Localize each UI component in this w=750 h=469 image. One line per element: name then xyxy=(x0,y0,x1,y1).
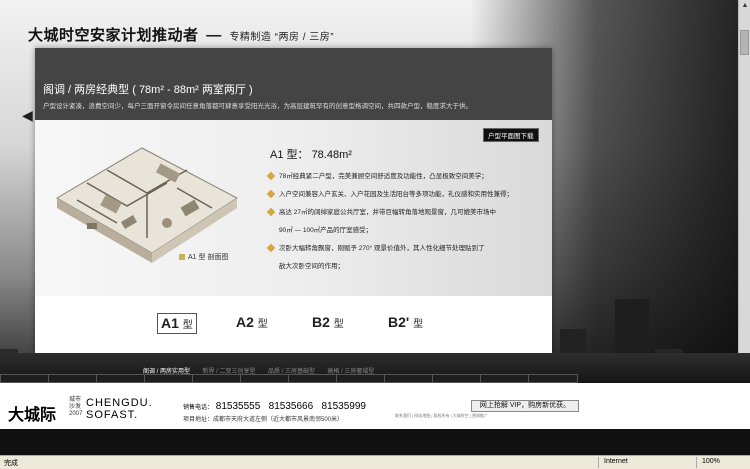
feature-text: 78㎡经典紧二户型，完美兼顾空间舒适度及功能性，凸显极致空间美学； xyxy=(279,173,488,180)
nav-grid-cell xyxy=(528,374,578,383)
feature-item: 高达 27㎡的阔绰家庭公共厅室，并带巨幅转角落地观景窗，几可媲美市场中 xyxy=(266,204,538,222)
tab-code: B2 xyxy=(312,314,330,330)
nav-grid-cell xyxy=(48,374,98,383)
site-title: 大城时空安家计划推动者 — 专精制造 “两房 / 三房” xyxy=(28,24,334,45)
feature-text: 入户空间兼容入户玄关、入户花园及生活阳台等多项功能，礼仪感和实用性兼得； xyxy=(279,191,513,198)
nav-grid-cell xyxy=(0,374,50,383)
nav-grid xyxy=(0,374,600,383)
nav-grid-cell xyxy=(192,374,242,383)
floorplan-download-button[interactable]: 户型平面图下载 xyxy=(483,128,539,142)
zoom-level[interactable]: 100% xyxy=(702,458,720,465)
logo-small-text: 城市 沙发 2007 xyxy=(69,397,82,418)
diamond-bullet-icon xyxy=(266,208,276,217)
status-text: 完成 xyxy=(4,460,18,467)
site-title-text: 大城时空安家计划推动者 xyxy=(28,27,199,44)
vip-button[interactable]: 网上抢解 VIP，购房新优获。 xyxy=(471,400,579,412)
brand-english: CHENGDU. SOFAST. xyxy=(86,397,153,421)
diamond-bullet-icon xyxy=(266,244,276,253)
phone-number: 81535999 xyxy=(321,401,366,412)
diamond-bullet-icon xyxy=(266,190,276,199)
floorplan-caption-text: A1 型 剖面图 xyxy=(188,254,229,261)
feature-text: 90㎡ — 100㎡产品的厅室感受； xyxy=(279,227,373,234)
panel-title: 阁调 / 两房经典型 ( 78m² - 88m² 两室两厅 ) xyxy=(43,84,253,96)
panel-description: 户型设计紧凑，浪费空间少，每户三面开窗令房间任意角落都可肆意享受阳光光浴，为高层… xyxy=(43,103,472,110)
panel-header: 阁调 / 两房经典型 ( 78m² - 88m² 两室两厅 ) 户型设计紧凑，浪… xyxy=(35,48,552,120)
nav-grid-cell xyxy=(96,374,146,383)
feature-list: 78㎡经典紧二户型，完美兼顾空间舒适度及功能性，凸显极致空间美学； 入户空间兼容入… xyxy=(266,168,538,276)
floorplan-caption: A1 型 剖面图 xyxy=(179,252,228,262)
feature-item: 90㎡ — 100㎡产品的厅室感受； xyxy=(268,222,538,240)
status-separator xyxy=(598,457,599,468)
nav-grid-cell xyxy=(144,374,194,383)
tab-a2[interactable]: A2 型 xyxy=(233,313,271,334)
status-separator xyxy=(696,457,697,468)
sub-nav: 阁调 / 两房实用型 新界 / 二变三创享型 品质 / 三房基础型 高格 / 三… xyxy=(143,360,382,375)
diamond-bullet-icon xyxy=(266,172,276,181)
scroll-up-icon[interactable]: ▲ xyxy=(741,2,749,10)
feature-item: 入户空间兼容入户玄关、入户花园及生活阳台等多项功能，礼仪感和实用性兼得； xyxy=(266,186,538,204)
nav-grid-cell xyxy=(480,374,530,383)
brand-english-line: SOFAST. xyxy=(86,409,139,421)
model-title: A1 型： 78.48m² xyxy=(270,149,352,161)
nav-grid-cell xyxy=(432,374,482,383)
sales-phones: 销售电话： 81535555 81535666 81535999 xyxy=(183,401,366,412)
tab-b2-prime[interactable]: B2' 型 xyxy=(385,313,426,334)
tab-suffix: 型 xyxy=(257,319,268,330)
brand-english-line: CHENGDU. xyxy=(86,397,153,409)
scroll-thumb[interactable] xyxy=(740,30,749,55)
phone-number: 81535666 xyxy=(268,401,314,412)
site-subtitle: 专精制造 “两房 / 三房” xyxy=(229,32,335,43)
browser-statusbar: 完成 Internet 100% xyxy=(0,455,750,469)
logo-small-line: 沙发 xyxy=(69,404,82,410)
tab-a1[interactable]: A1 型 xyxy=(157,313,197,334)
feature-text: 次卧大幅转角飘窗，刚赋予 270° 观景价值外，其人性化细节处理贴到了 xyxy=(279,245,485,252)
logo[interactable]: 大城际 xyxy=(8,401,56,425)
feature-item: 次卧大幅转角飘窗，刚赋予 270° 观景价值外，其人性化细节处理贴到了 xyxy=(266,240,538,258)
nav-grid-cell xyxy=(288,374,338,383)
tab-b2[interactable]: B2 型 xyxy=(309,313,347,334)
feature-text: 敌大次卧空间的作用； xyxy=(279,263,344,270)
dark-footer-band xyxy=(0,429,750,455)
prev-arrow-icon[interactable]: ◀ xyxy=(22,107,34,125)
tab-suffix: 型 xyxy=(333,319,344,330)
project-address: 项目地址：成都市天府大道左侧（近大都市风景南邻500米） xyxy=(183,417,344,423)
model-tabs: A1 型 A2 型 B2 型 B2' 型 xyxy=(155,313,455,335)
logo-small-line: 城市 xyxy=(69,397,82,403)
feature-item: 敌大次卧空间的作用； xyxy=(268,258,538,276)
tab-suffix: 型 xyxy=(182,320,193,331)
feature-text: 高达 27㎡的阔绰家庭公共厅室，并带巨幅转角落地观景窗，几可媲美市场中 xyxy=(279,209,497,216)
footer-links[interactable]: 联系我们 | 网站地图 | 版权所有 | 大城时空 | 营销推广 xyxy=(395,413,488,419)
internet-zone: Internet xyxy=(604,458,628,465)
phone-label: 销售电话： xyxy=(183,405,214,411)
tab-code: A1 xyxy=(161,315,179,331)
tab-code: A2 xyxy=(236,314,254,330)
tab-suffix: 型 xyxy=(413,319,424,330)
tab-code: B2' xyxy=(388,314,410,330)
title-dash: — xyxy=(206,27,222,44)
footer: 大城际 城市 沙发 2007 CHENGDU. SOFAST. 销售电话： 81… xyxy=(0,383,750,429)
nav-grid-cell xyxy=(336,374,386,383)
caption-marker xyxy=(179,254,185,261)
logo-small-line: 2007 xyxy=(69,411,83,417)
phone-number: 81535555 xyxy=(215,401,261,412)
feature-item: 78㎡经典紧二户型，完美兼顾空间舒适度及功能性，凸显极致空间美学； xyxy=(266,168,538,186)
nav-grid-cell xyxy=(240,374,290,383)
nav-grid-cell xyxy=(384,374,434,383)
